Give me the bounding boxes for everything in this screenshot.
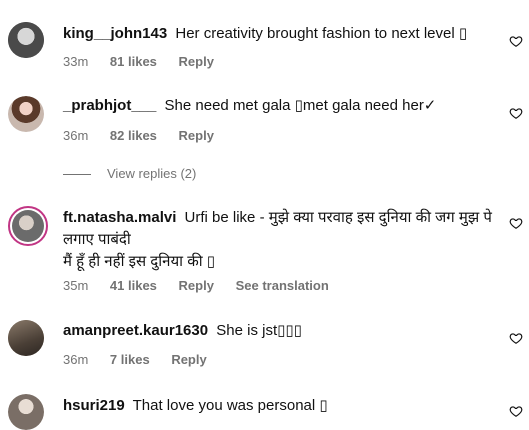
replies-divider [63,174,91,176]
heart-outline-icon[interactable] [509,331,523,345]
see-translation-button[interactable]: See translation [236,278,329,293]
comment-text-block: hsuri219 That love you was personal ▯ [63,395,493,417]
comment-meta: 33m 81 likes Reply [63,54,232,69]
comment-text-block: ft.natasha.malvi Urfi be like - मुझे क्य… [63,207,493,273]
avatar[interactable] [8,22,44,58]
comment-text-block: king__john143 Her creativity brought fas… [63,23,493,45]
comment-time: 36m [63,352,89,367]
comment-username[interactable]: amanpreet.kaur1630 [63,322,208,339]
heart-outline-icon[interactable] [509,216,523,230]
comment-meta: 36m 7 likes Reply [63,352,225,367]
comment-item: ft.natasha.malvi Urfi be like - मुझे क्य… [0,200,529,300]
avatar[interactable] [8,96,44,132]
comment-likes[interactable]: 7 likes [110,352,150,367]
view-replies-button[interactable]: View replies (2) [63,166,196,181]
comment-item: amanpreet.kaur1630 She is jst▯▯▯ 36m 7 l… [0,315,529,375]
reply-button[interactable]: Reply [171,352,206,367]
comment-username[interactable]: ft.natasha.malvi [63,209,176,226]
comment-meta: 35m 41 likes Reply See translation [63,278,347,293]
comment-username[interactable]: _prabhjot___ [63,97,156,114]
comment-username[interactable]: king__john143 [63,25,167,42]
reply-button[interactable]: Reply [179,54,214,69]
heart-outline-icon[interactable] [509,404,523,418]
avatar[interactable] [8,206,48,246]
comment-text: She is jst▯▯▯ [216,322,302,339]
comment-time: 33m [63,54,89,69]
heart-outline-icon[interactable] [509,106,523,120]
comment-time: 36m [63,128,89,143]
heart-outline-icon[interactable] [509,34,523,48]
view-replies-label[interactable]: View replies (2) [107,166,196,181]
comment-likes[interactable]: 82 likes [110,128,157,143]
comment-text-line-2: मैं हूँ ही नहीं इस दुनिया की ▯ [63,253,216,270]
comment-likes[interactable]: 41 likes [110,278,157,293]
comment-text: She need met gala ▯met gala need her✓ [164,97,437,114]
comment-text: That love you was personal ▯ [132,397,328,414]
comment-item: _prabhjot___ She need met gala ▯met gala… [0,86,529,196]
avatar[interactable] [8,320,44,356]
comment-text-block: amanpreet.kaur1630 She is jst▯▯▯ [63,320,493,342]
avatar[interactable] [8,394,44,430]
comment-likes[interactable]: 81 likes [110,54,157,69]
comment-text: Her creativity brought fashion to next l… [175,25,468,42]
comment-time: 35m [63,278,89,293]
comment-item: king__john143 Her creativity brought fas… [0,0,529,80]
comment-username[interactable]: hsuri219 [63,397,125,414]
reply-button[interactable]: Reply [179,278,214,293]
comment-text-block: _prabhjot___ She need met gala ▯met gala… [63,95,493,117]
comment-item: hsuri219 That love you was personal ▯ [0,390,529,430]
reply-button[interactable]: Reply [179,128,214,143]
comment-meta: 36m 82 likes Reply [63,128,232,143]
